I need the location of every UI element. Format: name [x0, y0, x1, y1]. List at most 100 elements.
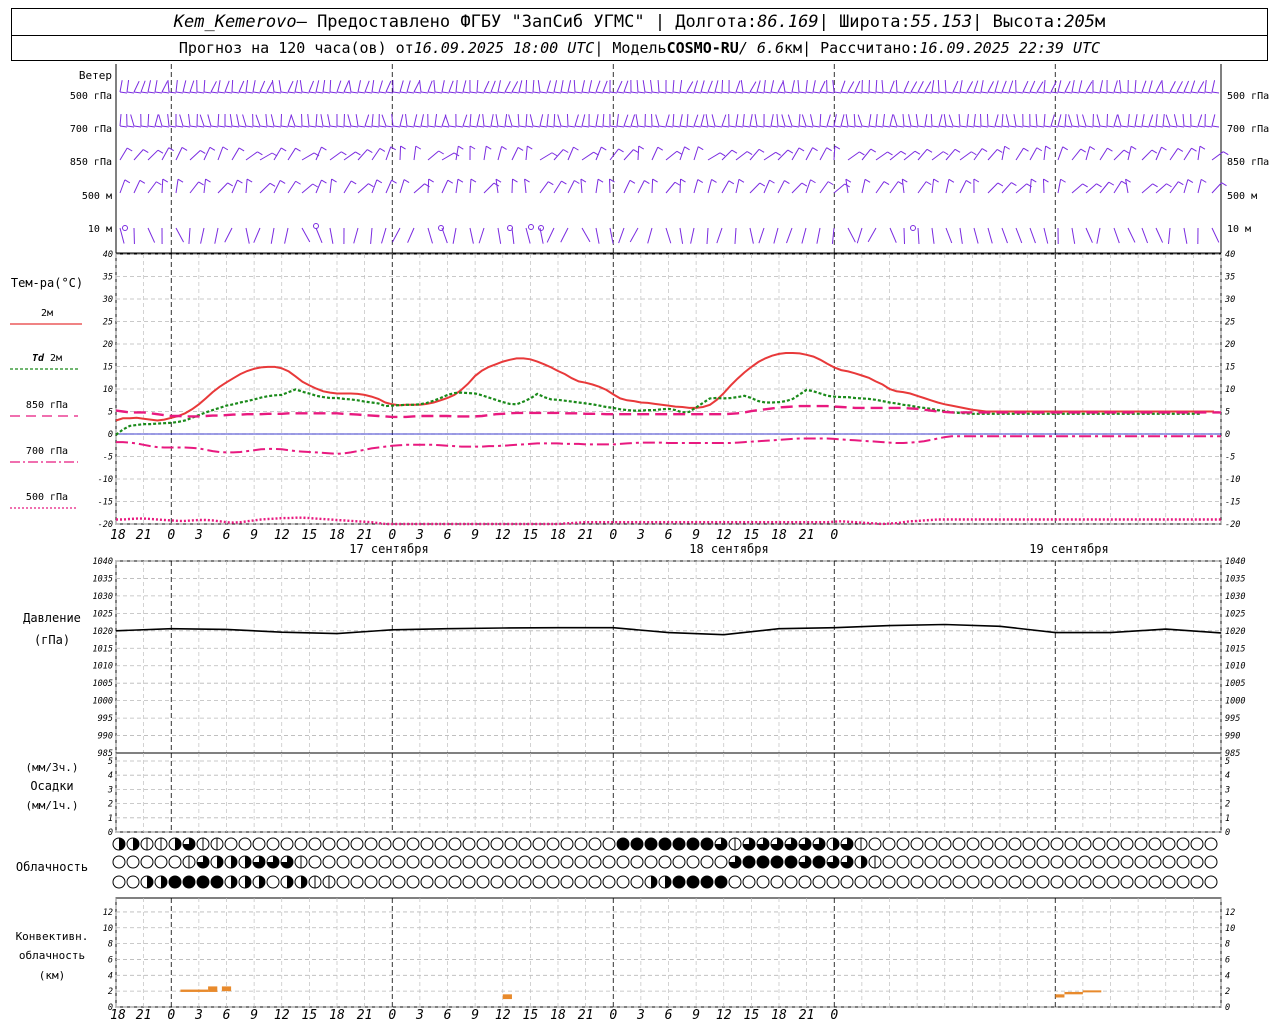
- cloud-circle: [882, 855, 896, 869]
- wind-barb-shaft: [1197, 146, 1201, 161]
- hour-tick-label: 6: [444, 1008, 452, 1023]
- wind-barb-shaft: [665, 150, 678, 161]
- wind-barb-tick: [574, 180, 580, 184]
- cloud-circle: [280, 837, 294, 851]
- cloud-symbol: [1204, 855, 1218, 869]
- wind-barb-tick: [413, 91, 422, 94]
- cloud-symbol: [1148, 875, 1162, 889]
- conv-ytick-right: 6: [1225, 955, 1230, 965]
- hour-tick-label: 18: [329, 528, 345, 543]
- wind-barb-shaft: [777, 180, 785, 194]
- wind-barb-shaft: [217, 113, 220, 127]
- wind-barb-shaft: [560, 80, 564, 93]
- hour-tick-label: 18: [771, 528, 787, 543]
- cloud-symbol: [1008, 855, 1022, 869]
- press-ytick-right: 995: [1225, 714, 1240, 724]
- wind-barb-tick: [805, 91, 814, 94]
- wind-barb-tick: [1031, 178, 1037, 183]
- cloud-symbol: [1078, 855, 1092, 869]
- temp-ytick-right: 10: [1225, 385, 1235, 395]
- cloud-symbol: [840, 875, 854, 889]
- hour-tick-label: 21: [799, 528, 815, 543]
- wind-barb-tick: [945, 91, 954, 94]
- wind-barb: [537, 80, 548, 94]
- wind-barb-tick: [331, 178, 337, 183]
- wind-barb: [777, 180, 790, 194]
- wind-barb-tick: [938, 91, 947, 94]
- wind-barb-shaft: [199, 114, 205, 127]
- wind-barb-tick: [217, 91, 226, 94]
- wind-barb-shaft: [735, 179, 740, 194]
- wind-barb: [602, 113, 611, 128]
- wind-barb: [773, 227, 779, 244]
- wind-barb-tick: [1151, 149, 1158, 154]
- wind-barb-shaft: [406, 80, 411, 93]
- wind-barb-tick: [1211, 125, 1220, 128]
- cloud-symbol: [896, 837, 910, 851]
- cloud-symbol: [378, 875, 392, 889]
- cloud-circle: [980, 855, 994, 869]
- wind-barb-tick: [719, 152, 726, 157]
- cloud-symbol: [1078, 837, 1092, 851]
- wind-barb: [854, 80, 863, 94]
- hour-tick-label: 9: [692, 1008, 700, 1023]
- wind-barb-shaft: [931, 227, 935, 244]
- wind-barb: [690, 227, 695, 244]
- wind-barb-tick: [1190, 125, 1199, 128]
- wind-barb: [595, 146, 607, 161]
- wind-barb: [497, 227, 502, 244]
- wind-barb: [867, 227, 877, 243]
- wind-barb-tick: [476, 125, 485, 128]
- cloud-circle: [364, 837, 378, 851]
- cloud-symbol: [798, 875, 812, 889]
- precip-ytick-left: 2: [108, 800, 113, 810]
- cloud-symbol: [602, 855, 616, 869]
- temp-ytick-left: -10: [98, 475, 113, 485]
- wind-barb-tick: [597, 178, 604, 183]
- cloud-symbol: [1022, 837, 1036, 851]
- cloud-circle: [392, 875, 406, 889]
- wind-barb-tick: [875, 91, 884, 94]
- cloud-fill-full: [687, 876, 699, 888]
- wind-barb-tick: [812, 125, 821, 128]
- wind-barb-shaft: [217, 80, 221, 93]
- cloud-symbol: [490, 855, 504, 869]
- cloud-symbol: [644, 855, 658, 869]
- wind-barb-tick: [644, 125, 653, 128]
- cloud-symbol: [224, 855, 238, 869]
- wind-barb: [819, 181, 834, 194]
- wind-barb-shaft: [1176, 81, 1183, 93]
- wind-barb-tick: [784, 180, 790, 184]
- cloud-symbol: [1036, 855, 1050, 869]
- wind-barb-tick: [787, 149, 794, 154]
- wind-barb-shaft: [278, 80, 282, 93]
- wind-barb: [434, 114, 443, 128]
- cloud-circle: [434, 837, 448, 851]
- wind-barb-shaft: [721, 114, 727, 127]
- wind-barb-shaft: [910, 81, 918, 93]
- conv-bar: [180, 989, 209, 992]
- wind-barb: [378, 80, 387, 94]
- wind-barb: [217, 182, 233, 194]
- cloud-fill-full: [743, 856, 755, 868]
- wind-barb: [973, 227, 979, 244]
- wind-barb-shaft: [845, 114, 849, 127]
- wind-barb: [1148, 80, 1157, 94]
- wind-barb: [581, 114, 590, 128]
- cloud-symbol: [532, 875, 546, 889]
- wind-barb-shaft: [214, 227, 219, 244]
- wind-barb: [1029, 147, 1043, 161]
- wind-barb-tick: [415, 145, 422, 150]
- cloud-circle: [350, 875, 364, 889]
- cloud-symbol: [896, 875, 910, 889]
- wind-barb-shaft: [546, 227, 555, 243]
- cloud-circle: [1162, 837, 1176, 851]
- legend-500-label: 500 гПа: [26, 492, 68, 503]
- wind-barb: [856, 227, 863, 244]
- wind-barb: [693, 179, 704, 194]
- cloud-symbol: [630, 875, 644, 889]
- wind-barb: [299, 80, 310, 94]
- wind-barb-tick: [1187, 179, 1194, 183]
- hour-tick-label: 15: [744, 528, 760, 543]
- temp-ytick-right: 20: [1225, 340, 1235, 350]
